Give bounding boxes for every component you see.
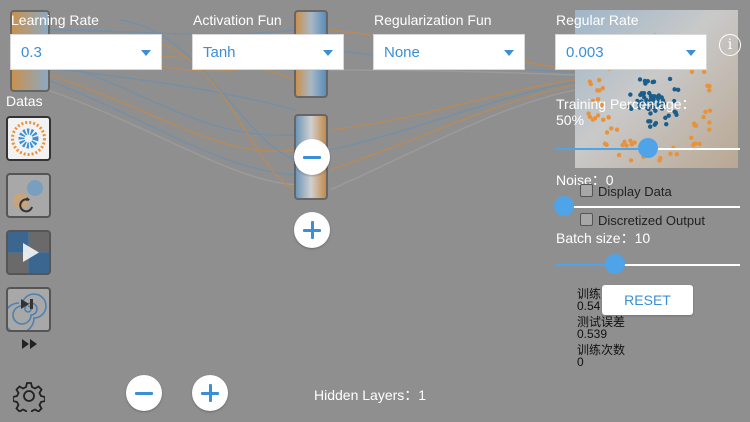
regularization-value: None xyxy=(384,44,420,61)
dataset-circle[interactable] xyxy=(6,116,51,161)
scatter-point xyxy=(587,79,593,84)
scatter-point xyxy=(600,85,605,91)
scatter-point xyxy=(614,127,620,132)
scatter-point xyxy=(647,124,653,129)
scatter-point xyxy=(650,79,655,85)
training-percentage-slider[interactable] xyxy=(556,138,740,160)
dataset-gaussian-preview xyxy=(13,180,43,213)
remove-layer-button[interactable] xyxy=(126,375,162,411)
scatter-point xyxy=(672,87,677,92)
fast-forward-icon[interactable] xyxy=(22,339,38,349)
add-neuron-button[interactable] xyxy=(294,212,330,248)
regularization-select[interactable]: None xyxy=(373,34,525,70)
learning-rate-label: Learning Rate xyxy=(11,12,99,28)
scatter-point xyxy=(667,76,673,82)
learning-rate-select[interactable]: 0.3 xyxy=(10,34,162,70)
gear-icon[interactable] xyxy=(13,380,45,412)
train-loss-value: 0.54 xyxy=(577,299,601,313)
hidden-layers-label-text: Hidden Layers： xyxy=(314,387,419,403)
dataset-xor[interactable] xyxy=(6,230,51,275)
batch-size-label: Batch size：10 xyxy=(556,228,650,248)
regular-rate-label: Regular Rate xyxy=(556,12,639,28)
test-loss-value: 0.539 xyxy=(577,327,608,341)
dataset-circle-preview xyxy=(11,121,46,156)
scatter-point xyxy=(689,69,695,74)
chevron-down-icon xyxy=(504,50,514,56)
add-layer-button[interactable] xyxy=(192,375,228,411)
chevron-down-icon xyxy=(323,50,333,56)
scatter-point xyxy=(653,120,659,126)
dataset-xor-preview xyxy=(8,232,49,273)
training-percentage-label: Training Percentage： xyxy=(556,96,696,112)
activation-value: Tanh xyxy=(203,44,236,61)
dataset-spiral[interactable] xyxy=(6,287,51,332)
learning-rate-value: 0.3 xyxy=(21,44,42,61)
hidden-layers-label: Hidden Layers：1 xyxy=(314,385,426,405)
scatter-point xyxy=(604,130,610,135)
info-icon[interactable]: i xyxy=(719,34,741,56)
scatter-point xyxy=(637,77,643,82)
chevron-down-icon xyxy=(686,50,696,56)
batch-size-label-text: Batch size： xyxy=(556,230,635,246)
scatter-point xyxy=(707,83,712,89)
discretized-output-checkbox[interactable] xyxy=(580,213,593,226)
regular-rate-value: 0.003 xyxy=(566,44,604,61)
regular-rate-select[interactable]: 0.003 xyxy=(555,34,707,70)
discretized-output-label: Discretized Output xyxy=(598,213,705,228)
scatter-point xyxy=(595,88,600,93)
slider-knob[interactable] xyxy=(554,196,574,216)
datas-label: Datas xyxy=(6,93,43,109)
scatter-point xyxy=(707,127,712,132)
scatter-point xyxy=(609,126,614,131)
reset-button[interactable]: RESET xyxy=(602,285,693,315)
scatter-point xyxy=(606,115,611,120)
scatter-point xyxy=(703,109,708,114)
scatter-point xyxy=(664,122,669,127)
scatter-point xyxy=(692,123,697,128)
batch-size-value: 10 xyxy=(634,230,651,246)
activation-select[interactable]: Tanh xyxy=(192,34,344,70)
remove-neuron-button[interactable] xyxy=(294,139,330,175)
scatter-point xyxy=(597,77,602,83)
batch-size-slider[interactable] xyxy=(556,254,740,276)
scatter-point xyxy=(590,117,596,122)
scatter-point xyxy=(707,108,713,113)
scatter-point xyxy=(707,88,712,93)
slider-knob[interactable] xyxy=(638,138,658,158)
epochs-label: 训练次数 xyxy=(577,343,626,357)
scatter-point xyxy=(702,69,707,75)
activation-label: Activation Fun xyxy=(193,12,282,28)
reset-button-label: RESET xyxy=(624,292,671,308)
slider-knob[interactable] xyxy=(605,254,625,274)
training-percentage-value: 50% xyxy=(556,112,585,128)
scatter-point xyxy=(601,117,606,123)
scatter-point xyxy=(701,114,706,120)
epochs-value: 0 xyxy=(577,355,584,369)
scatter-point xyxy=(648,119,653,124)
hidden-layers-value: 1 xyxy=(418,387,427,403)
scatter-point xyxy=(645,78,650,84)
regularization-label: Regularization Fun xyxy=(374,12,492,28)
chevron-down-icon xyxy=(141,50,151,56)
dataset-spiral-preview xyxy=(8,293,47,330)
scatter-point xyxy=(707,120,712,125)
dataset-gaussian[interactable] xyxy=(6,173,51,218)
scatter-point xyxy=(666,113,671,118)
